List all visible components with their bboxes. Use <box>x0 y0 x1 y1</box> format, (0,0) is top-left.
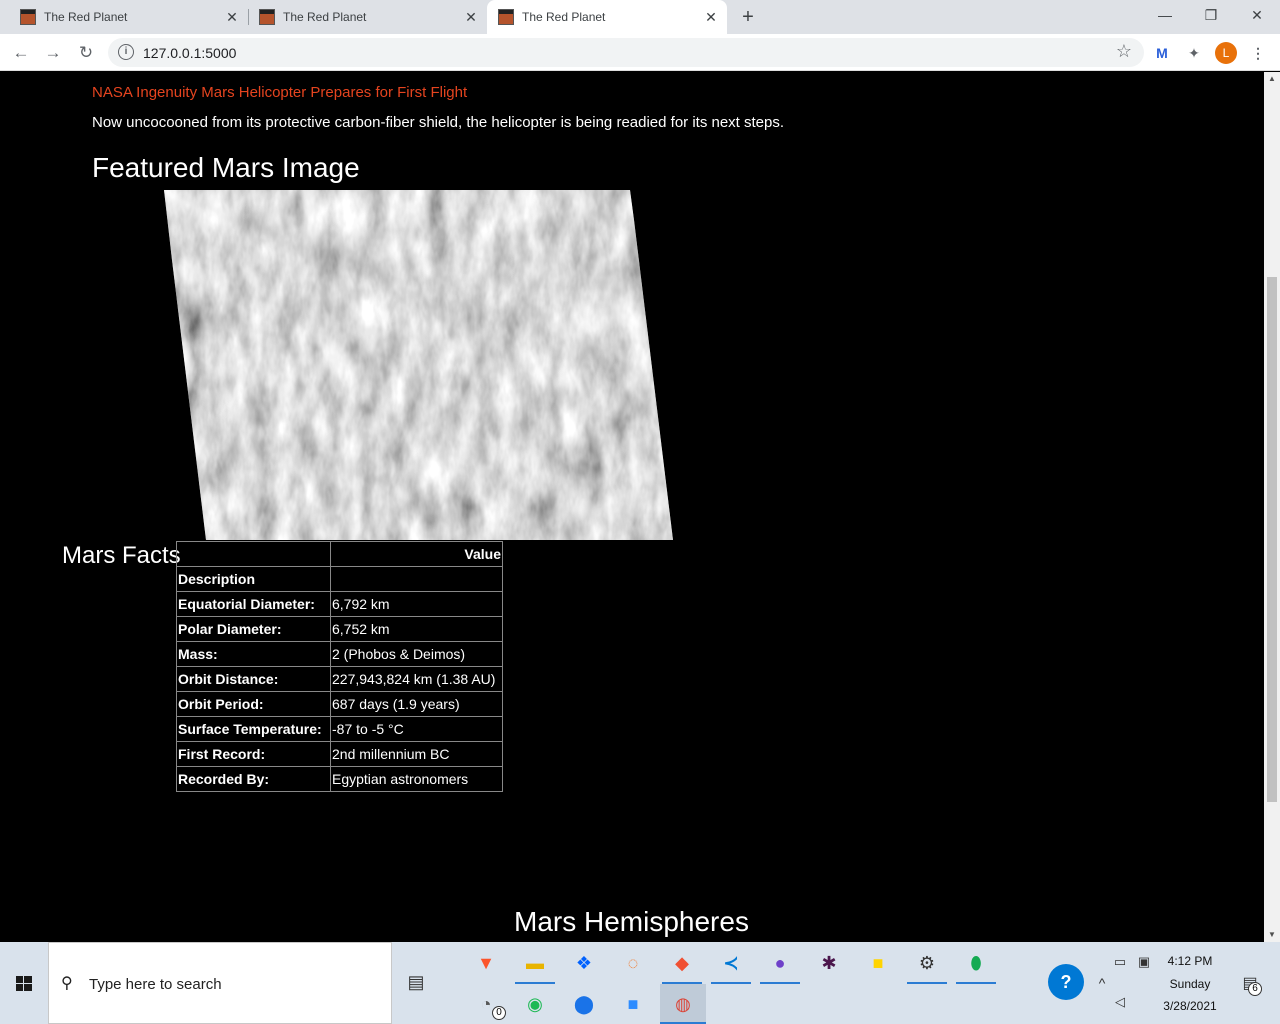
table-row: Surface Temperature: -87 to -5 °C <box>176 716 503 742</box>
clock-time[interactable]: 4:12 PM <box>1155 954 1225 968</box>
app-badge: 0 <box>492 1006 506 1020</box>
url-text: 127.0.0.1:5000 <box>143 45 237 61</box>
tab-strip: The Red Planet ✕ The Red Planet ✕ The Re… <box>0 0 1280 34</box>
fact-value: 6,752 km <box>330 616 503 642</box>
fact-label: First Record: <box>176 741 331 767</box>
maps-pin-icon[interactable]: ⬤ <box>564 984 604 1024</box>
scroll-thumb[interactable] <box>1267 277 1277 802</box>
fact-value: Egyptian astronomers <box>330 766 503 792</box>
close-tab-icon[interactable]: ✕ <box>224 9 240 25</box>
back-icon[interactable]: ← <box>8 40 34 66</box>
clock-day[interactable]: Sunday <box>1155 977 1225 991</box>
fact-label: Polar Diameter: <box>176 616 331 642</box>
close-window-icon[interactable]: ✕ <box>1234 0 1280 34</box>
favicon-icon <box>498 9 514 25</box>
github-desktop-icon[interactable]: ● <box>760 943 800 983</box>
table-row: Polar Diameter: 6,752 km <box>176 616 503 642</box>
fact-value: 2 (Phobos & Deimos) <box>330 641 503 667</box>
bookmark-star-icon[interactable]: ☆ <box>1116 41 1132 62</box>
search-icon: ⚲ <box>61 975 73 992</box>
help-icon[interactable]: ? <box>1048 964 1084 1000</box>
restore-icon[interactable]: ❐ <box>1188 0 1234 34</box>
close-tab-icon[interactable]: ✕ <box>463 9 479 25</box>
extensions-puzzle-icon[interactable]: ✦ <box>1183 42 1205 64</box>
scroll-up-icon[interactable]: ▲ <box>1264 72 1280 86</box>
featured-image-heading: Featured Mars Image <box>92 152 360 183</box>
fact-label: Equatorial Diameter: <box>176 591 331 617</box>
brave-browser-icon[interactable]: ▼ <box>466 943 506 983</box>
fact-label: Recorded By: <box>176 766 331 792</box>
fact-value: 227,943,824 km (1.38 AU) <box>330 666 503 692</box>
search-placeholder: Type here to search <box>89 976 222 993</box>
info-icon[interactable]: i <box>118 44 134 60</box>
close-tab-icon[interactable]: ✕ <box>703 9 719 25</box>
volume-icon[interactable]: ◁ <box>1100 982 1140 1022</box>
column-header-value: Value <box>330 541 503 567</box>
table-row: Description <box>176 566 503 592</box>
table-header-row: Value <box>176 541 503 567</box>
tab-title: The Red Planet <box>283 10 367 24</box>
news-title: NASA Ingenuity Mars Helicopter Prepares … <box>92 84 468 101</box>
fact-label: Orbit Period: <box>176 691 331 717</box>
table-row: Equatorial Diameter: 6,792 km <box>176 591 503 617</box>
sticky-notes-icon[interactable]: ■ <box>858 943 898 983</box>
page-scrollbar[interactable]: ▲ ▼ <box>1264 72 1280 942</box>
git-icon[interactable]: ◆ <box>662 943 702 983</box>
chrome-icon[interactable]: ◍ <box>660 984 706 1024</box>
forward-icon[interactable]: → <box>40 40 66 66</box>
windows-taskbar: ⚲ Type here to search ▤ ▼ ▬ ❖ ◌ ◆ ≺ ● ✱ … <box>0 942 1280 1024</box>
favicon-icon <box>20 9 36 25</box>
file-explorer-icon[interactable]: ▬ <box>515 943 555 983</box>
minimize-icon[interactable]: — <box>1142 0 1188 34</box>
table-row: Mass: 2 (Phobos & Deimos) <box>176 641 503 667</box>
extension-m-icon[interactable]: M <box>1151 42 1173 64</box>
slack-icon[interactable]: ✱ <box>809 943 849 983</box>
windows-start-icon[interactable] <box>0 942 48 1024</box>
fact-value: 6,792 km <box>330 591 503 617</box>
jupyter-icon[interactable]: ◌ <box>613 943 653 983</box>
notification-count-badge: 6 <box>1248 982 1262 996</box>
zoom-icon[interactable]: ■ <box>613 984 653 1024</box>
dropbox-icon[interactable]: ❖ <box>564 943 604 983</box>
tab-title: The Red Planet <box>44 10 128 24</box>
mars-hemispheres-heading: Mars Hemispheres <box>514 906 749 937</box>
scroll-down-icon[interactable]: ▼ <box>1264 928 1280 942</box>
column-header <box>176 541 331 567</box>
settings-gear-icon[interactable]: ⚙ <box>907 943 947 983</box>
table-row: First Record: 2nd millennium BC <box>176 741 503 767</box>
fact-value: 2nd millennium BC <box>330 741 503 767</box>
browser-tab-1[interactable]: The Red Planet ✕ <box>0 0 248 34</box>
favicon-icon <box>259 9 275 25</box>
mars-facts-heading: Mars Facts <box>62 542 181 569</box>
table-row: Orbit Distance: 227,943,824 km (1.38 AU) <box>176 666 503 692</box>
new-tab-button[interactable]: + <box>736 5 760 29</box>
news-paragraph: Now uncocooned from its protective carbo… <box>92 114 785 131</box>
browser-toolbar: ← → ↻ i 127.0.0.1:5000 ☆ M ✦ L ⋮ <box>0 34 1280 71</box>
address-bar[interactable]: i 127.0.0.1:5000 ☆ <box>108 38 1144 67</box>
profile-avatar[interactable]: L <box>1215 42 1237 64</box>
fact-label: Description <box>176 566 331 592</box>
mongodb-icon[interactable]: ⬮ <box>956 943 996 983</box>
browser-tab-2[interactable]: The Red Planet ✕ <box>239 0 487 34</box>
fact-label: Mass: <box>176 641 331 667</box>
fact-label: Orbit Distance: <box>176 666 331 692</box>
fact-label: Surface Temperature: <box>176 716 331 742</box>
menu-kebab-icon[interactable]: ⋮ <box>1247 42 1269 64</box>
task-view-icon[interactable]: ▤ <box>396 962 436 1002</box>
mars-facts-table: Value Description Equatorial Diameter: 6,7… <box>176 541 503 792</box>
fact-value: 687 days (1.9 years) <box>330 691 503 717</box>
taskbar-search-box[interactable]: ⚲ Type here to search <box>48 942 392 1024</box>
fact-value <box>330 566 503 592</box>
table-row: Recorded By: Egyptian astronomers <box>176 766 503 792</box>
table-row: Orbit Period: 687 days (1.9 years) <box>176 691 503 717</box>
vscode-icon[interactable]: ≺ <box>711 943 751 983</box>
spotify-icon[interactable]: ◉ <box>515 984 555 1024</box>
tab-title: The Red Planet <box>522 10 606 24</box>
featured-mars-image <box>164 190 673 540</box>
page-content: NASA Ingenuity Mars Helicopter Prepares … <box>0 72 1264 942</box>
fact-value: -87 to -5 °C <box>330 716 503 742</box>
clock-date[interactable]: 3/28/2021 <box>1155 999 1225 1013</box>
browser-tab-3[interactable]: The Red Planet ✕ <box>487 0 727 34</box>
reload-icon[interactable]: ↻ <box>73 40 99 66</box>
